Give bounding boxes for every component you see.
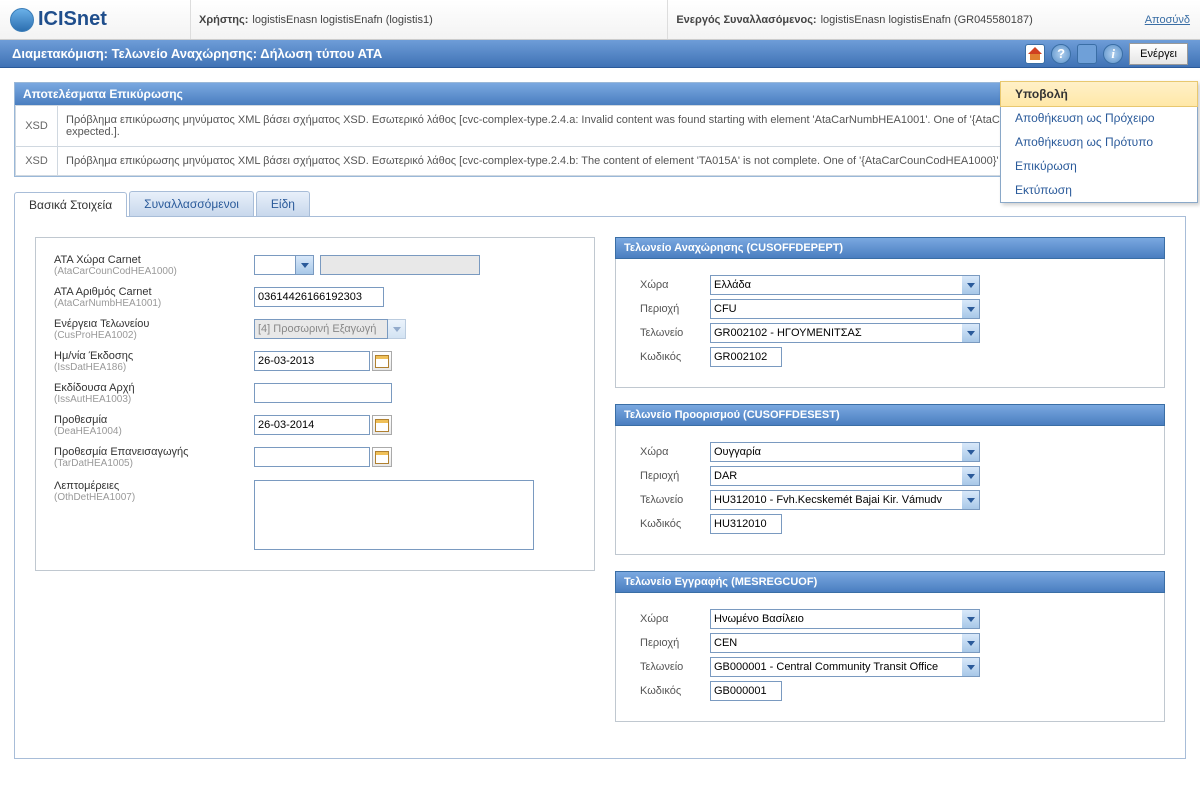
- window-icon[interactable]: [1077, 44, 1097, 64]
- chevron-down-icon[interactable]: [962, 609, 980, 629]
- globe-icon: [10, 8, 34, 32]
- ata-country-name: [320, 255, 480, 275]
- chevron-down-icon: [388, 319, 406, 339]
- chevron-down-icon[interactable]: [962, 323, 980, 343]
- tab-traders[interactable]: Συναλλασσόμενοι: [129, 191, 254, 216]
- chevron-down-icon[interactable]: [962, 299, 980, 319]
- active-label: Ενεργός Συναλλασόμενος:: [676, 14, 816, 26]
- label-details: Λεπτομέρειες: [54, 480, 119, 492]
- departure-office-section: Τελωνείο Αναχώρησης (CUSOFFDEPEPT) Χώρα …: [615, 237, 1165, 388]
- label-issuing-auth: Εκδίδουσα Αρχή: [54, 382, 135, 394]
- section-title: Τελωνείο Αναχώρησης (CUSOFFDEPEPT): [615, 237, 1165, 259]
- label-customs-proc: Ενέργεια Τελωνείου: [54, 318, 149, 330]
- chevron-down-icon[interactable]: [962, 633, 980, 653]
- validation-code: XSD: [16, 106, 58, 147]
- issue-date-input[interactable]: [254, 351, 370, 371]
- validation-code: XSD: [16, 147, 58, 176]
- label-ata-number: ΑΤΑ Αριθμός Carnet: [54, 286, 152, 298]
- issuing-auth-input[interactable]: [254, 383, 392, 403]
- tab-basic[interactable]: Βασικά Στοιχεία: [14, 192, 127, 217]
- active-trader: Ενεργός Συναλλασόμενος: logistisEnasn lo…: [667, 0, 1144, 39]
- user-info: Χρήστης: logistisEnasn logistisEnafn (lo…: [190, 0, 667, 39]
- reg-country-select[interactable]: [710, 609, 962, 629]
- chevron-down-icon[interactable]: [296, 255, 314, 275]
- logout-link[interactable]: Αποσύνδ: [1145, 14, 1190, 26]
- dep-country-select[interactable]: [710, 275, 962, 295]
- destination-office-section: Τελωνείο Προορισμού (CUSOFFDESEST) Χώρα …: [615, 404, 1165, 555]
- actions-button[interactable]: Ενέργει: [1129, 43, 1188, 65]
- menu-print[interactable]: Εκτύπωση: [1001, 178, 1197, 202]
- dest-region-select[interactable]: [710, 466, 962, 486]
- label-deadline: Προθεσμία: [54, 414, 107, 426]
- ata-number-input[interactable]: [254, 287, 384, 307]
- active-value: logistisEnasn logistisEnafn (GR045580187…: [821, 14, 1033, 26]
- dep-code-input[interactable]: [710, 347, 782, 367]
- actions-menu: Υποβολή Αποθήκευση ως Πρόχειρο Αποθήκευσ…: [1000, 81, 1198, 203]
- section-title: Τελωνείο Προορισμού (CUSOFFDESEST): [615, 404, 1165, 426]
- dest-country-select[interactable]: [710, 442, 962, 462]
- user-label: Χρήστης:: [199, 14, 248, 26]
- chevron-down-icon[interactable]: [962, 657, 980, 677]
- deadline-input[interactable]: [254, 415, 370, 435]
- help-icon[interactable]: ?: [1051, 44, 1071, 64]
- reg-office-select[interactable]: [710, 657, 962, 677]
- details-textarea[interactable]: [254, 480, 534, 550]
- section-title: Τελωνείο Εγγραφής (MESREGCUOF): [615, 571, 1165, 593]
- dep-office-select[interactable]: [710, 323, 962, 343]
- logo-text: ICISnet: [38, 8, 107, 31]
- label-issue-date: Ημ/νία Έκδοσης: [54, 350, 133, 362]
- calendar-icon[interactable]: [372, 447, 392, 467]
- user-value: logistisEnasn logistisEnafn (logistis1): [252, 14, 432, 26]
- dep-region-select[interactable]: [710, 299, 962, 319]
- label-reimport-deadline: Προθεσμία Επανεισαγωγής: [54, 446, 188, 458]
- registration-office-section: Τελωνείο Εγγραφής (MESREGCUOF) Χώρα Περι…: [615, 571, 1165, 722]
- dest-office-select[interactable]: [710, 490, 962, 510]
- chevron-down-icon[interactable]: [962, 275, 980, 295]
- menu-save-draft[interactable]: Αποθήκευση ως Πρόχειρο: [1001, 106, 1197, 130]
- chevron-down-icon[interactable]: [962, 490, 980, 510]
- ata-country-input[interactable]: [254, 255, 296, 275]
- menu-save-template[interactable]: Αποθήκευση ως Πρότυπο: [1001, 130, 1197, 154]
- info-icon[interactable]: i: [1103, 44, 1123, 64]
- chevron-down-icon[interactable]: [962, 466, 980, 486]
- calendar-icon[interactable]: [372, 351, 392, 371]
- basic-form: ΑΤΑ Χώρα Carnet(AtaCarCounCodHEA1000) ΑΤ…: [35, 237, 595, 571]
- app-logo: ICISnet: [10, 8, 190, 32]
- chevron-down-icon[interactable]: [962, 442, 980, 462]
- reimport-deadline-input[interactable]: [254, 447, 370, 467]
- calendar-icon[interactable]: [372, 415, 392, 435]
- reg-region-select[interactable]: [710, 633, 962, 653]
- reg-code-input[interactable]: [710, 681, 782, 701]
- page-title: Διαμετακόμιση: Τελωνείο Αναχώρησης: Δήλω…: [12, 46, 382, 61]
- home-icon[interactable]: [1025, 44, 1045, 64]
- menu-submit[interactable]: Υποβολή: [1000, 81, 1198, 107]
- customs-proc-select: [254, 319, 388, 339]
- dest-code-input[interactable]: [710, 514, 782, 534]
- menu-validate[interactable]: Επικύρωση: [1001, 154, 1197, 178]
- label-ata-country: ΑΤΑ Χώρα Carnet: [54, 254, 141, 266]
- tab-items[interactable]: Είδη: [256, 191, 310, 216]
